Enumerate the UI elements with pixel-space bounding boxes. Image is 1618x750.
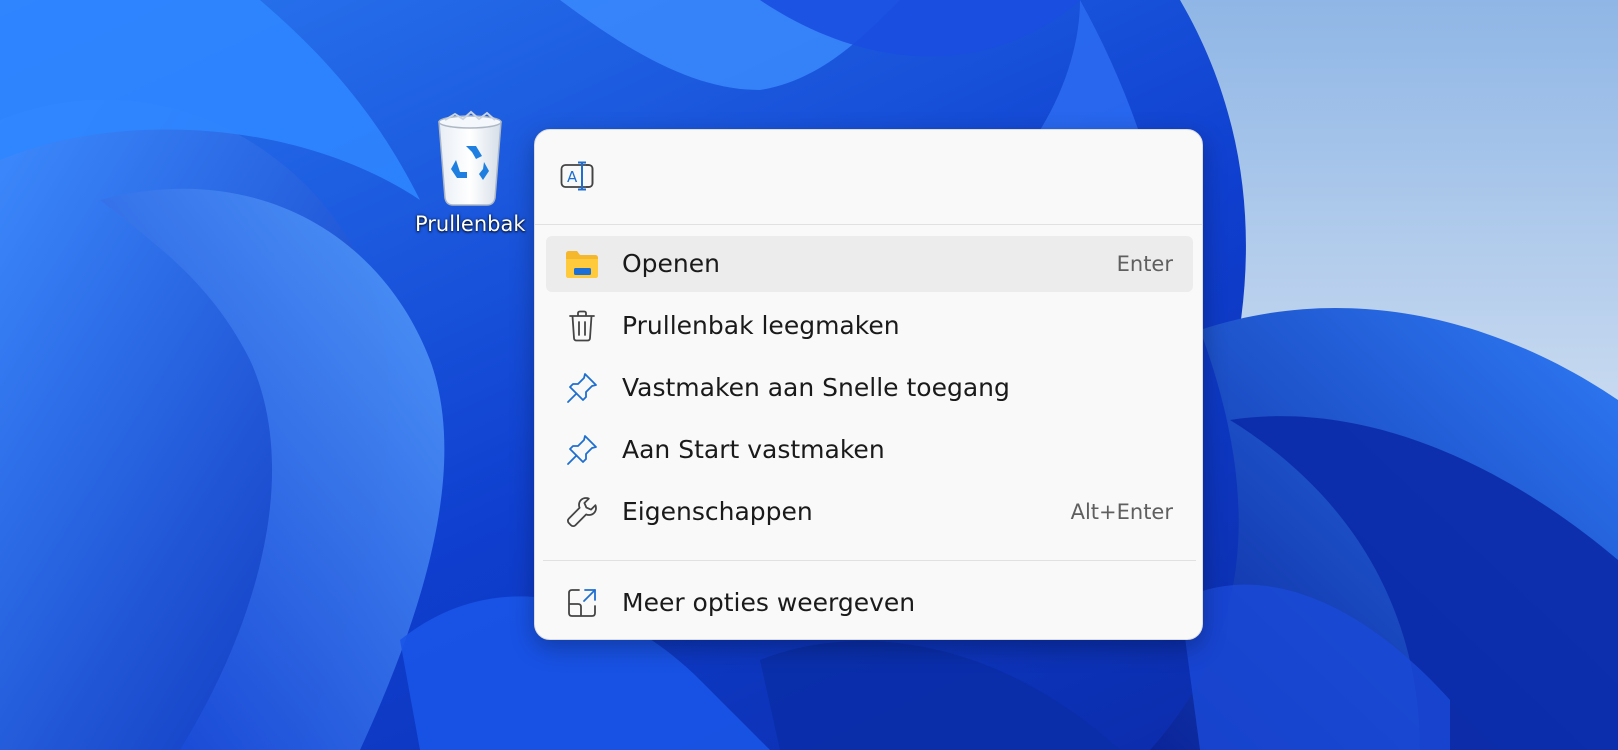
menu-item-pin-quick-access[interactable]: Vastmaken aan Snelle toegang xyxy=(546,360,1193,416)
menu-item-shortcut: Enter xyxy=(1116,252,1173,276)
menu-item-pin-to-start[interactable]: Aan Start vastmaken xyxy=(546,422,1193,478)
share-icon xyxy=(564,585,600,621)
context-menu: A Openen Enter Prullenbak leegmaken Vast… xyxy=(534,129,1203,640)
menu-item-open[interactable]: Openen Enter xyxy=(546,236,1193,292)
menu-divider xyxy=(535,224,1202,225)
pin-icon xyxy=(564,432,600,468)
menu-item-shortcut: Alt+Enter xyxy=(1070,500,1173,524)
recycle-bin-icon xyxy=(438,110,502,206)
quick-actions-bar: A xyxy=(535,130,1202,224)
svg-text:A: A xyxy=(567,168,578,186)
menu-item-label: Openen xyxy=(622,249,720,278)
menu-item-label: Aan Start vastmaken xyxy=(622,435,885,464)
recycle-bin-label: Prullenbak xyxy=(415,212,526,236)
wrench-icon xyxy=(564,494,600,530)
menu-divider xyxy=(543,560,1196,561)
folder-icon xyxy=(564,246,600,282)
rename-button[interactable]: A xyxy=(554,153,600,199)
recycle-bin-desktop-icon[interactable]: Prullenbak xyxy=(395,108,545,236)
menu-item-label: Vastmaken aan Snelle toegang xyxy=(622,373,1010,402)
menu-item-label: Prullenbak leegmaken xyxy=(622,311,900,340)
menu-item-label: Meer opties weergeven xyxy=(622,588,916,617)
menu-item-more-options[interactable]: Meer opties weergeven xyxy=(546,575,1193,631)
menu-item-label: Eigenschappen xyxy=(622,497,813,526)
rename-icon: A xyxy=(560,161,594,191)
desktop: Prullenbak A Openen Enter Prullenbak lee… xyxy=(0,0,1618,750)
menu-item-empty-recycle-bin[interactable]: Prullenbak leegmaken xyxy=(546,298,1193,354)
pin-icon xyxy=(564,370,600,406)
trash-icon xyxy=(564,308,600,344)
menu-item-properties[interactable]: Eigenschappen Alt+Enter xyxy=(546,484,1193,540)
